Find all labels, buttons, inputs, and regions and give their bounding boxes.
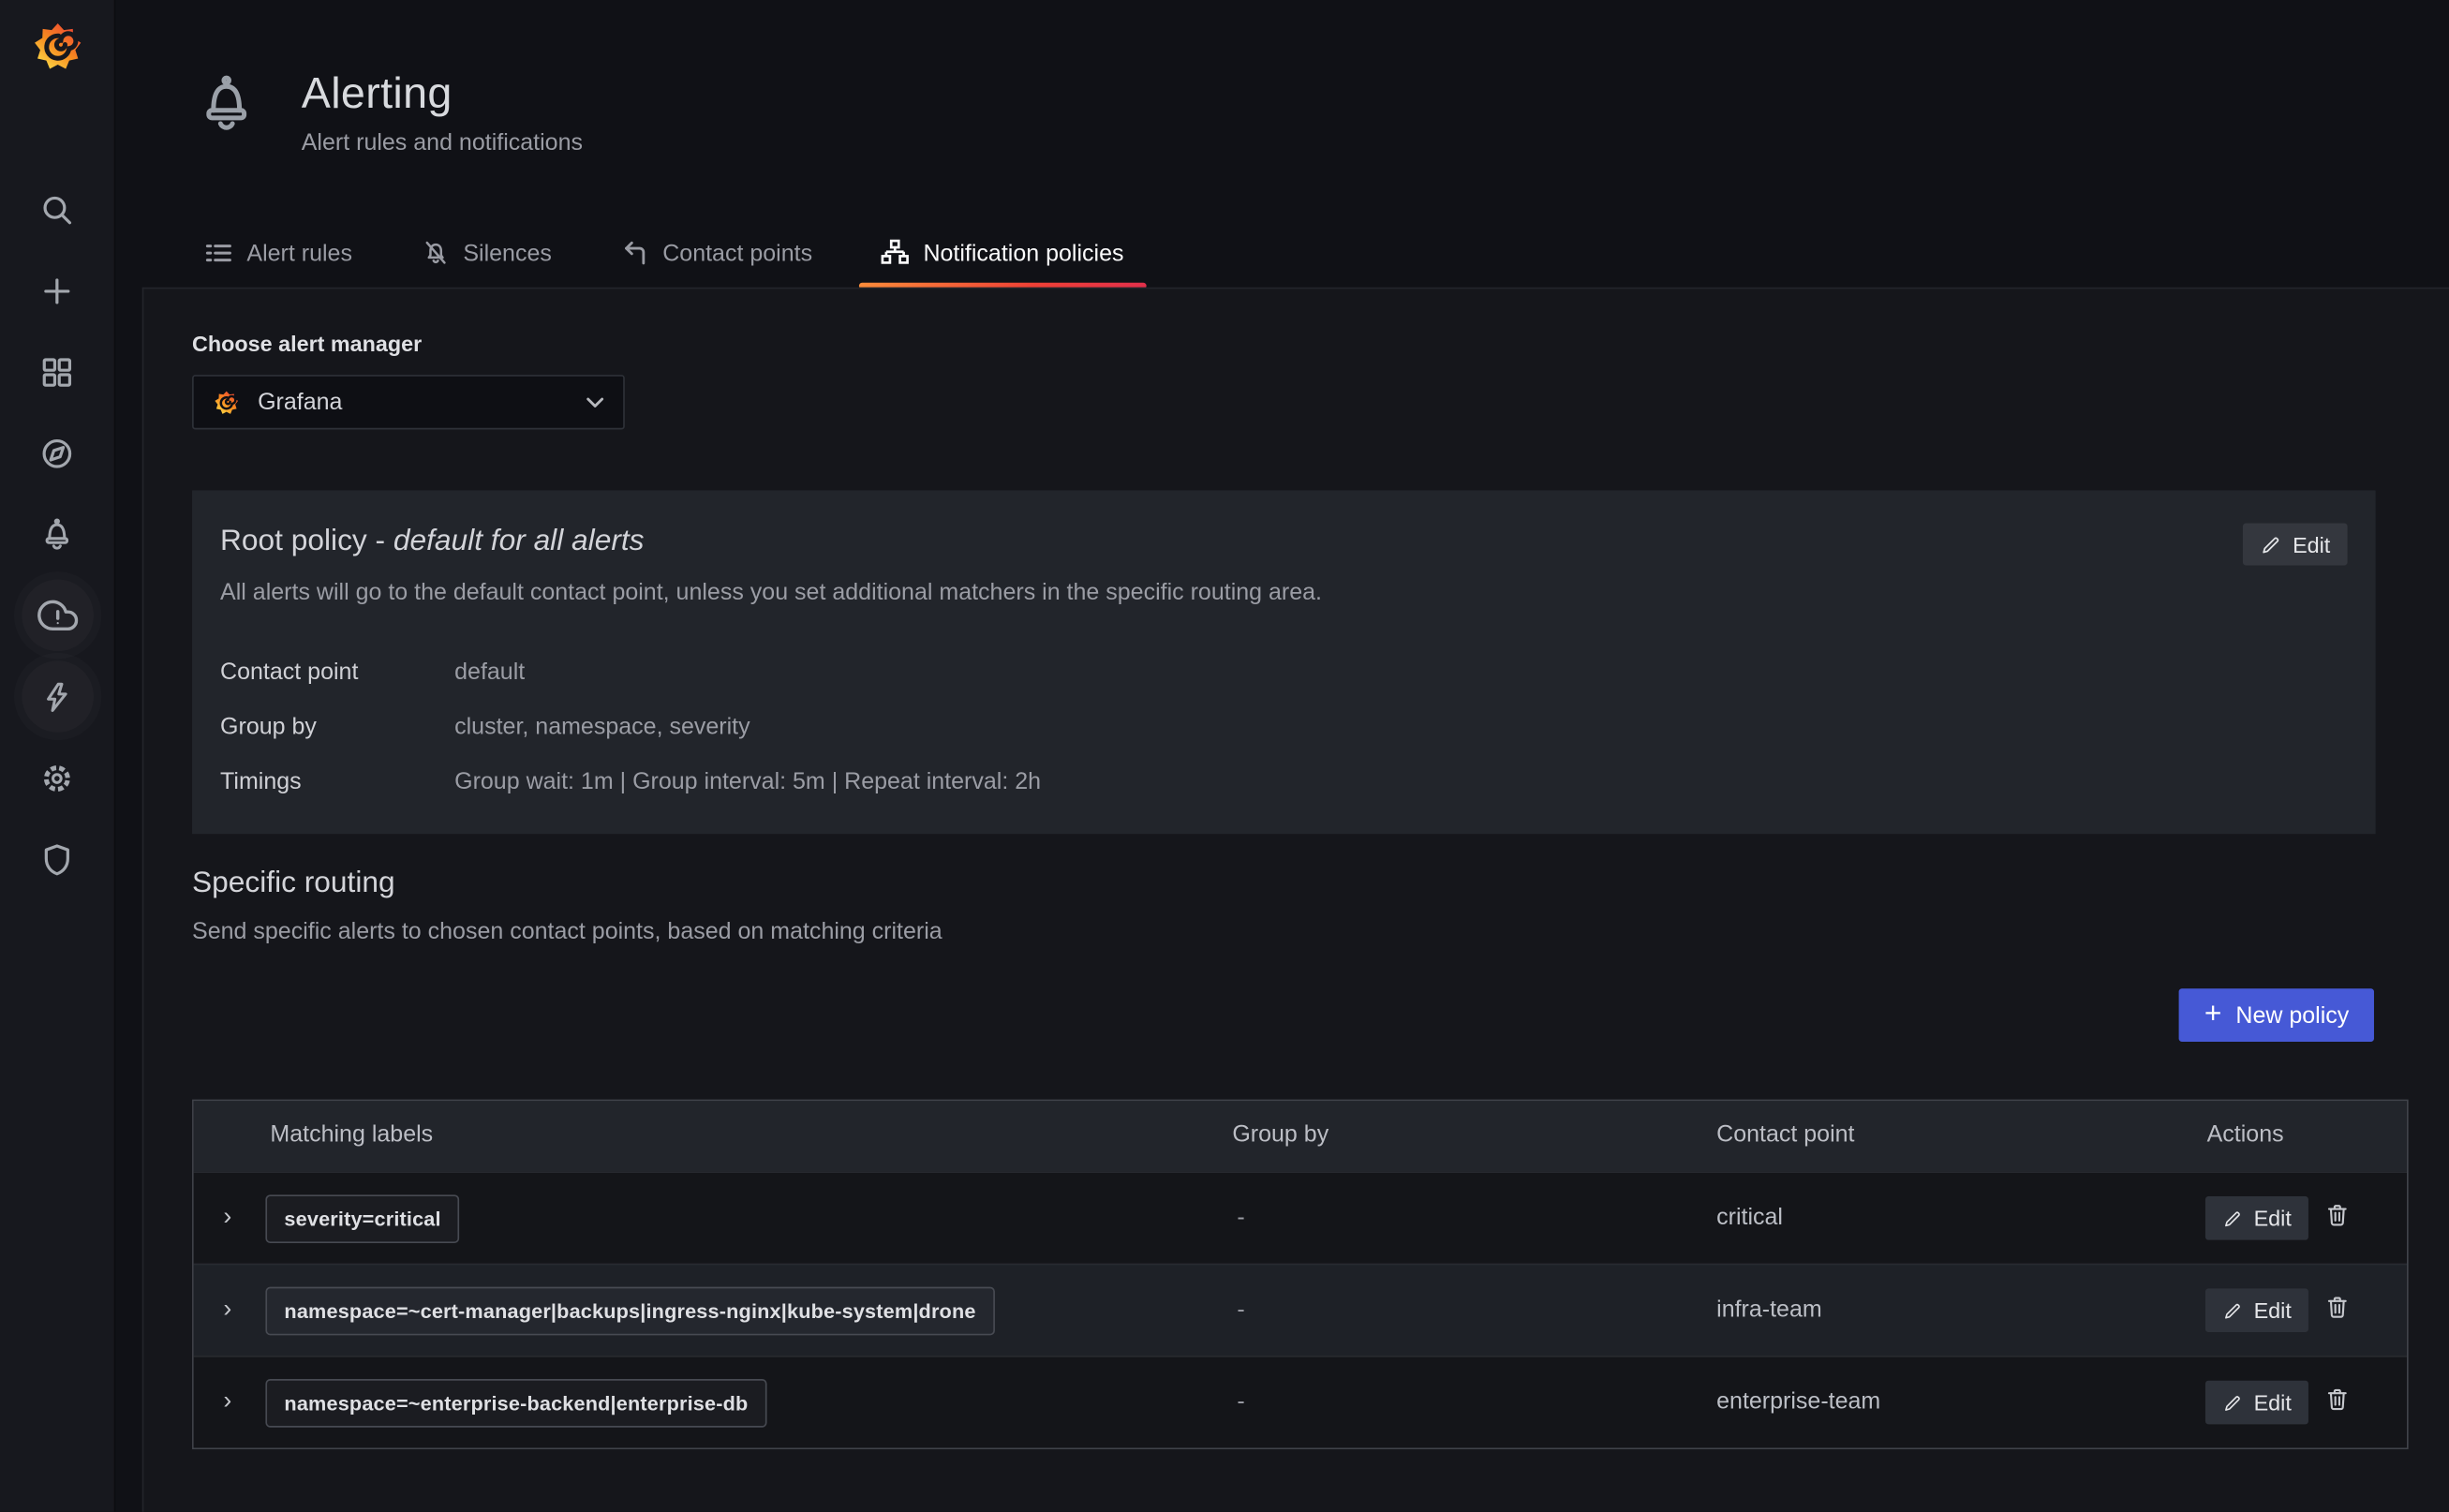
trash-icon <box>2324 1386 2351 1414</box>
root-policy-title-emphasis: default for all alerts <box>393 525 645 557</box>
page-subtitle: Alert rules and notifications <box>302 129 583 156</box>
table-row: › namespace=~enterprise-backend|enterpri… <box>194 1356 2407 1447</box>
group-by-value: - <box>1237 1297 1244 1323</box>
explore-compass-icon[interactable] <box>0 412 114 494</box>
edit-policy-button[interactable]: Edit <box>2205 1381 2308 1425</box>
alerting-bell-large-icon <box>195 68 258 141</box>
matcher-badge: severity=critical <box>265 1194 459 1243</box>
tab-silences[interactable]: Silences <box>399 220 573 286</box>
sidebar <box>0 0 115 1512</box>
edit-policy-button[interactable]: Edit <box>2205 1196 2308 1240</box>
matcher-badge: namespace=~enterprise-backend|enterprise… <box>265 1379 766 1428</box>
trash-icon <box>2324 1201 2351 1229</box>
alert-manager-select[interactable]: Grafana <box>192 375 625 429</box>
column-group-by: Group by <box>1232 1121 1328 1148</box>
root-policy-panel: Root policy - default for all alerts Edi… <box>192 490 2376 834</box>
alerting-bell-icon[interactable] <box>0 494 114 575</box>
pencil-icon <box>2222 1392 2243 1413</box>
table-row: › severity=critical - critical Edit <box>194 1171 2407 1263</box>
tab-notification-policies[interactable]: Notification policies <box>859 220 1146 286</box>
field-timings: Timings Group wait: 1m | Group interval:… <box>220 754 2348 808</box>
tab-label: Silences <box>463 240 552 266</box>
page-title: Alerting <box>302 68 583 118</box>
edit-policy-button[interactable]: Edit <box>2205 1288 2308 1332</box>
list-icon <box>204 239 232 267</box>
content-pane: Choose alert manager Grafana Root policy… <box>142 288 2449 1512</box>
policies-table: Matching labels Group by Contact point A… <box>192 1100 2409 1449</box>
specific-routing-title: Specific routing <box>192 867 395 901</box>
cloud-alerting-icon[interactable] <box>0 574 114 656</box>
contact-point-value: critical <box>1716 1204 1783 1230</box>
add-icon[interactable] <box>0 250 114 332</box>
group-by-value: - <box>1237 1388 1244 1415</box>
alert-manager-value: Grafana <box>258 389 586 415</box>
column-actions: Actions <box>2207 1121 2284 1148</box>
expand-chevron-icon[interactable]: › <box>223 1208 231 1227</box>
new-policy-button[interactable]: + New policy <box>2179 988 2374 1042</box>
sitemap-icon <box>881 239 909 267</box>
root-policy-edit-button[interactable]: Edit <box>2243 523 2348 565</box>
column-matching-labels: Matching labels <box>270 1121 433 1148</box>
bell-slash-icon <box>421 239 449 267</box>
table-row: › namespace=~cert-manager|backups|ingres… <box>194 1264 2407 1356</box>
performance-bolt-icon[interactable] <box>0 656 114 737</box>
trash-icon <box>2324 1293 2351 1321</box>
expand-chevron-icon[interactable]: › <box>223 1393 231 1412</box>
settings-gear-icon[interactable] <box>0 737 114 819</box>
matcher-badge: namespace=~cert-manager|backups|ingress-… <box>265 1287 994 1336</box>
grafana-logo-icon[interactable] <box>29 19 85 75</box>
root-policy-fields: Contact point default Group by cluster, … <box>220 645 2348 809</box>
tab-label: Contact points <box>662 240 812 266</box>
chevron-down-icon <box>586 396 604 408</box>
specific-routing-description: Send specific alerts to chosen contact p… <box>192 918 942 944</box>
grafana-app: Alerting Alert rules and notifications A… <box>0 0 2449 1512</box>
tab-label: Alert rules <box>246 240 352 266</box>
column-contact-point: Contact point <box>1716 1121 1854 1148</box>
tab-contact-points[interactable]: Contact points <box>599 220 835 286</box>
pencil-icon <box>2222 1300 2243 1321</box>
contact-point-value: enterprise-team <box>1716 1388 1880 1415</box>
delete-policy-button[interactable] <box>2321 1198 2353 1233</box>
grafana-logo-small-icon <box>213 388 241 416</box>
search-icon[interactable] <box>0 169 114 250</box>
contact-point-value: infra-team <box>1716 1297 1822 1323</box>
delete-policy-button[interactable] <box>2321 1290 2353 1325</box>
group-by-value: - <box>1237 1204 1244 1230</box>
expand-chevron-icon[interactable]: › <box>223 1301 231 1320</box>
admin-shield-icon[interactable] <box>0 819 114 900</box>
root-policy-description: All alerts will go to the default contac… <box>220 579 2348 605</box>
page-header: Alerting Alert rules and notifications <box>195 68 583 156</box>
corner-arrow-icon <box>620 239 648 267</box>
delete-policy-button[interactable] <box>2321 1382 2353 1416</box>
pencil-icon <box>2222 1208 2243 1228</box>
table-header: Matching labels Group by Contact point A… <box>194 1101 2407 1171</box>
field-contact-point: Contact point default <box>220 645 2348 700</box>
dashboards-icon[interactable] <box>0 331 114 412</box>
field-group-by: Group by cluster, namespace, severity <box>220 700 2348 754</box>
plus-icon: + <box>2204 999 2222 1029</box>
root-policy-title: Root policy - default for all alerts <box>220 525 2348 559</box>
tab-alert-rules[interactable]: Alert rules <box>183 220 374 286</box>
pencil-icon <box>2260 533 2281 555</box>
tab-bar: Alert rules Silences Contact points <box>183 220 1146 286</box>
tab-label: Notification policies <box>923 240 1123 266</box>
alert-manager-label: Choose alert manager <box>192 331 422 356</box>
